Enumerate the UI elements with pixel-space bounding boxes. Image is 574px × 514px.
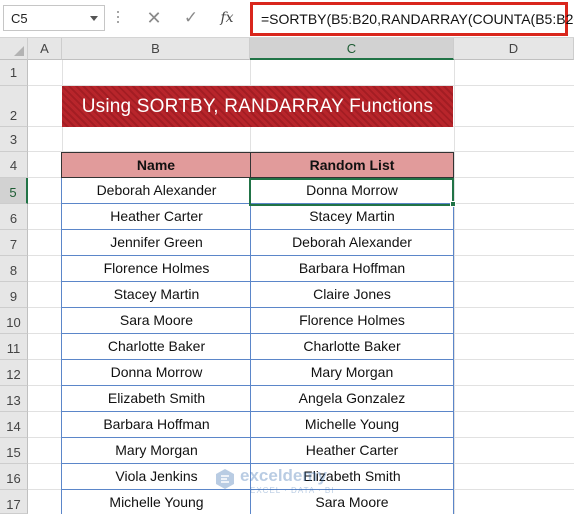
formula-text: =SORTBY(B5:B20,RANDARRAY(COUNTA(B5:B20))…: [261, 11, 574, 27]
row-header[interactable]: 8: [0, 256, 28, 282]
name-cell[interactable]: Charlotte Baker: [61, 334, 251, 360]
random-list-cell[interactable]: Angela Gonzalez: [250, 386, 454, 412]
name-cell[interactable]: Barbara Hoffman: [61, 412, 251, 438]
row-header[interactable]: 6: [0, 204, 28, 230]
name-cell[interactable]: Jennifer Green: [61, 230, 251, 256]
random-list-cell[interactable]: Heather Carter: [250, 438, 454, 464]
row-header[interactable]: 15: [0, 438, 28, 464]
random-list-cell[interactable]: Mary Morgan: [250, 360, 454, 386]
insert-function-icon[interactable]: fx: [216, 7, 238, 29]
row-header[interactable]: 9: [0, 282, 28, 308]
column-header-d[interactable]: D: [454, 38, 574, 60]
row-header[interactable]: 17: [0, 490, 28, 514]
watermark-name: exceldemy: [240, 466, 327, 485]
random-list-cell[interactable]: Florence Holmes: [250, 308, 454, 334]
random-list-cell[interactable]: Charlotte Baker: [250, 334, 454, 360]
formula-input[interactable]: =SORTBY(B5:B20,RANDARRAY(COUNTA(B5:B20))…: [250, 2, 574, 36]
title-banner[interactable]: Using SORTBY, RANDARRAY Functions: [62, 86, 453, 127]
name-cell[interactable]: Deborah Alexander: [61, 178, 251, 204]
row-header[interactable]: 13: [0, 386, 28, 412]
table-header-name[interactable]: Name: [61, 152, 251, 178]
name-cell[interactable]: Florence Holmes: [61, 256, 251, 282]
name-box[interactable]: C5: [3, 5, 105, 31]
name-cell[interactable]: Donna Morrow: [61, 360, 251, 386]
row-header[interactable]: 2: [0, 86, 28, 127]
column-header-b[interactable]: B: [62, 38, 250, 60]
cancel-icon[interactable]: ✕: [143, 6, 165, 30]
random-list-cell[interactable]: Barbara Hoffman: [250, 256, 454, 282]
name-cell[interactable]: Mary Morgan: [61, 438, 251, 464]
row-header[interactable]: 11: [0, 334, 28, 360]
random-list-cell[interactable]: Deborah Alexander: [250, 230, 454, 256]
random-list-cell[interactable]: Claire Jones: [250, 282, 454, 308]
row-header[interactable]: 16: [0, 464, 28, 490]
chevron-down-icon[interactable]: [90, 16, 98, 21]
row-header[interactable]: 1: [0, 60, 28, 86]
column-header-c[interactable]: C: [250, 38, 454, 60]
name-cell[interactable]: Stacey Martin: [61, 282, 251, 308]
enter-icon[interactable]: ✓: [180, 6, 202, 30]
random-list-cell[interactable]: Michelle Young: [250, 412, 454, 438]
row-header[interactable]: 4: [0, 152, 28, 178]
name-cell[interactable]: Heather Carter: [61, 204, 251, 230]
select-all-corner[interactable]: [0, 38, 28, 60]
name-cell[interactable]: Elizabeth Smith: [61, 386, 251, 412]
watermark-tagline: EXCEL · DATA · BI: [250, 486, 335, 495]
select-all-icon: [14, 46, 24, 56]
fill-handle[interactable]: [450, 201, 456, 207]
row-header[interactable]: 10: [0, 308, 28, 334]
exceldemy-logo-icon: [216, 469, 234, 489]
name-box-value: C5: [11, 11, 28, 26]
random-list-cell[interactable]: Stacey Martin: [250, 204, 454, 230]
watermark: exceldemy EXCEL · DATA · BI: [214, 466, 364, 498]
formula-bar: C5 ✕ ✓ fx =SORTBY(B5:B20,RANDARRAY(COUNT…: [0, 0, 574, 38]
name-cell[interactable]: Sara Moore: [61, 308, 251, 334]
drag-handle-icon[interactable]: [117, 11, 120, 27]
row-header[interactable]: 3: [0, 127, 28, 152]
row-header[interactable]: 14: [0, 412, 28, 438]
column-header-a[interactable]: A: [28, 38, 62, 60]
row-header[interactable]: 5: [0, 178, 28, 204]
random-list-cell[interactable]: Donna Morrow: [250, 178, 454, 204]
row-header[interactable]: 7: [0, 230, 28, 256]
row-header[interactable]: 12: [0, 360, 28, 386]
table-header-random-list[interactable]: Random List: [250, 152, 454, 178]
